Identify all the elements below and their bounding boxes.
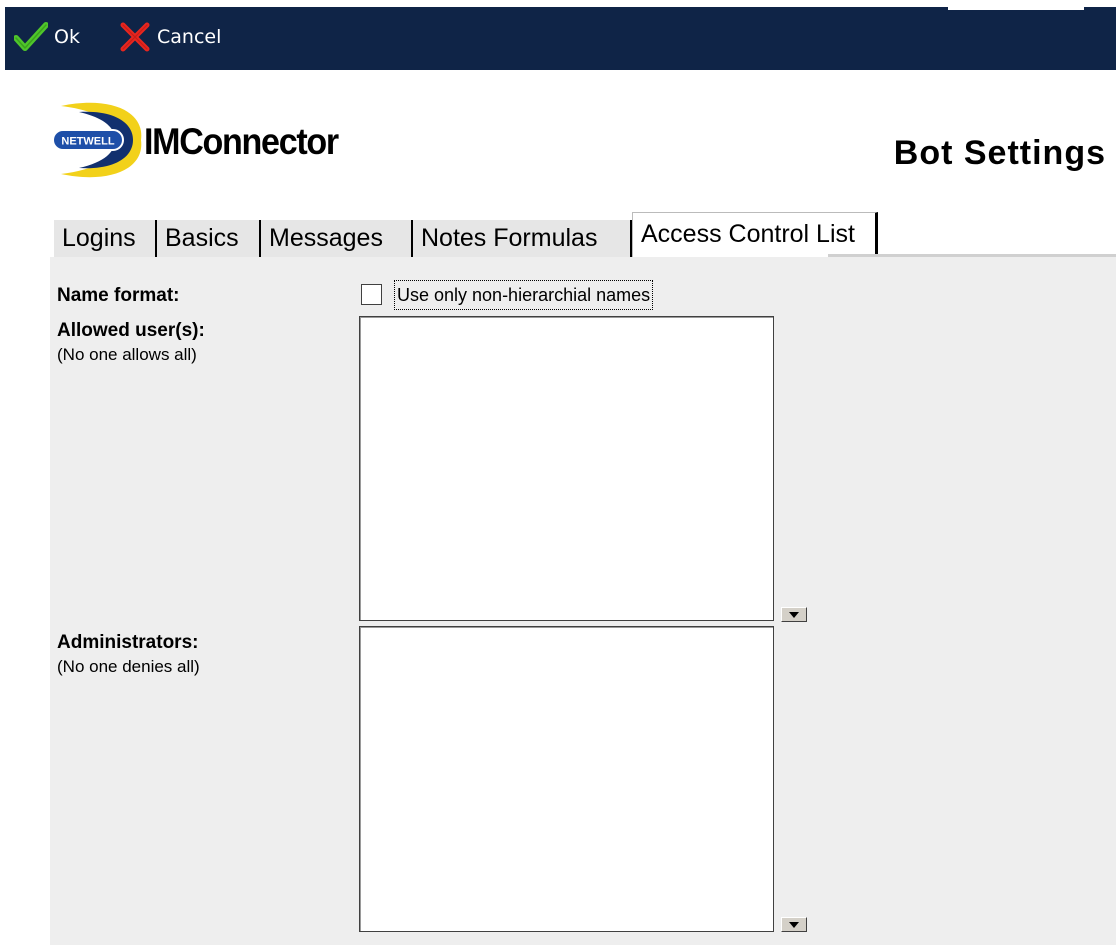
ok-button[interactable]: Ok [14,22,80,52]
allowed-users-label: Allowed user(s): [57,320,205,341]
allowed-users-dropdown-button[interactable] [781,607,807,622]
cancel-button[interactable]: Cancel [119,22,221,52]
ok-label: Ok [54,26,80,48]
tab-bar: Logins Basics Messages Notes Formulas Ac… [50,212,1116,257]
logo-badge-text: NETWELL [61,136,114,148]
allowed-users-hint: (No one allows all) [57,345,197,364]
tab-notes-formulas[interactable]: Notes Formulas [413,220,632,257]
tab-access-control-list[interactable]: Access Control List [632,212,878,257]
chevron-down-icon [789,611,799,618]
logo-wordmark: IMConnector [144,121,339,162]
tab-logins[interactable]: Logins [54,220,157,257]
allowed-users-field[interactable] [359,316,774,621]
tab-basics[interactable]: Basics [157,220,261,257]
chevron-down-icon [789,921,799,928]
checkmark-icon [14,22,48,51]
name-format-label: Name format: [57,285,180,306]
tab-messages[interactable]: Messages [261,220,413,257]
administrators-hint: (No one denies all) [57,657,200,676]
x-icon [120,22,150,52]
administrators-field[interactable] [359,626,774,932]
bot-settings-page: Ok Cancel NETWELL IMConnector Bot Settin… [0,0,1116,945]
page-title: Bot Settings [893,134,1106,172]
cancel-label: Cancel [157,26,222,48]
administrators-label: Administrators: [57,632,199,653]
action-bar-notch [948,7,1084,10]
non-hierarchial-names-checkbox[interactable] [361,284,382,305]
non-hierarchial-names-label[interactable]: Use only non-hierarchial names [394,280,654,310]
administrators-dropdown-button[interactable] [781,917,807,932]
